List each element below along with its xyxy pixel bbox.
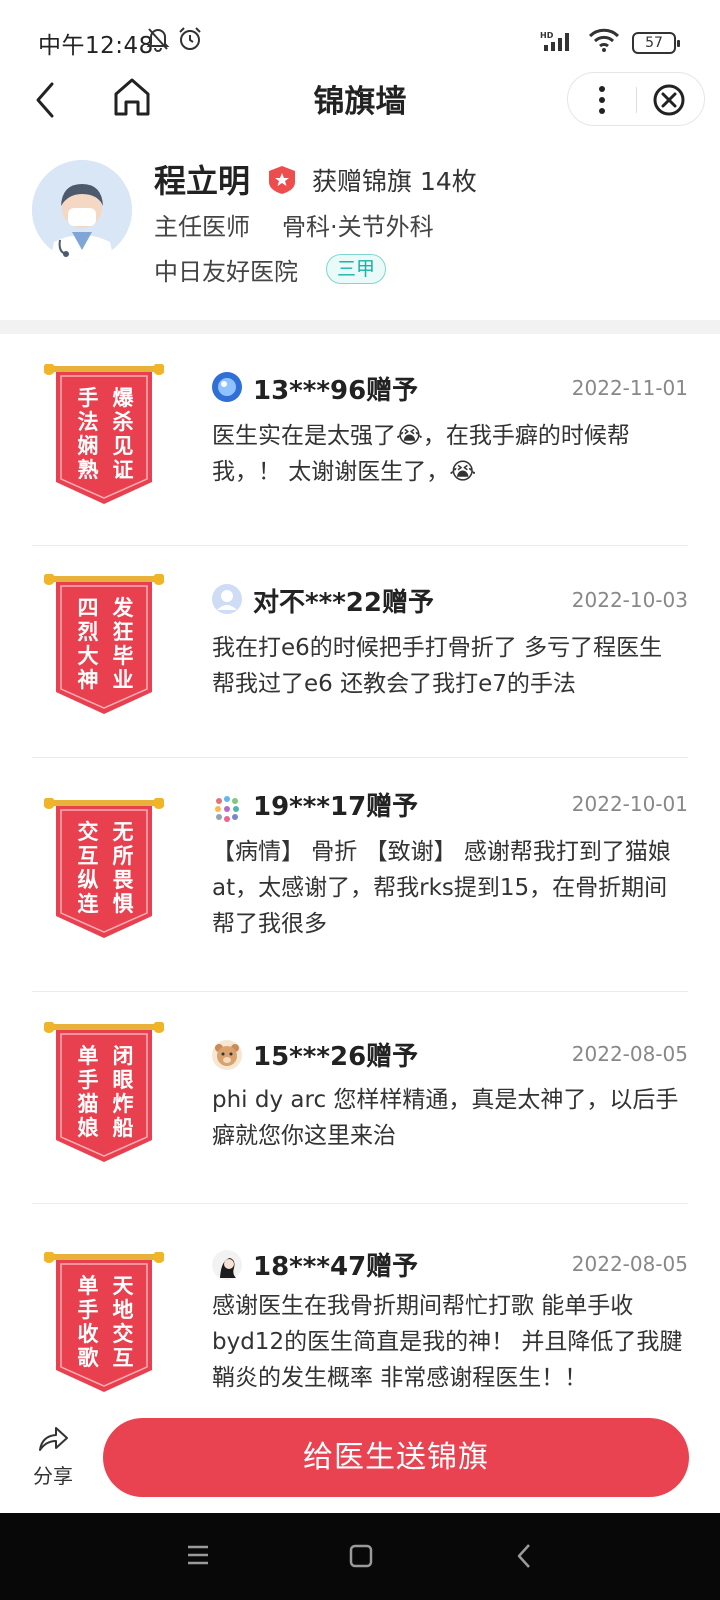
capsule-divider [636,87,637,113]
giver-name: 对不***22赠予 [253,588,434,618]
doctor-hospital: 中日友好医院 [154,258,298,286]
banner-text-right: 无所畏惧 [112,820,134,916]
giver-avatar [212,1040,242,1070]
flag-banner: 闭眼炸船 单手猫娘 [44,1022,164,1172]
share-label: 分享 [33,1464,73,1488]
status-bar: 中午12:48 HD 57 [0,0,720,70]
svg-text:HD: HD [540,31,554,40]
flag-count: 获赠锦旗 14枚 [312,167,477,196]
system-navigation-bar [0,1513,720,1600]
wifi-icon [588,28,620,56]
flag-date: 2022-08-05 [571,1252,688,1276]
flag-date: 2022-08-05 [571,1042,688,1066]
banner-text-right: 天地交互 [112,1274,134,1370]
giver-avatar [212,1250,242,1280]
giver-name: 15***26赠予 [253,1042,419,1072]
flag-message: 我在打e6的时候把手打骨折了 多亏了程医生 帮我过了e6 还教会了我打e7的手法 [212,635,663,697]
flag-item: 天地交互 单手收歌 18***47赠予 2022-08-05 感谢医生在我骨折期… [0,1204,720,1414]
doctor-avatar [32,160,132,260]
giver-avatar [212,372,242,402]
banner-text-right: 闭眼炸船 [112,1044,134,1140]
signal-icon: HD [540,30,574,56]
banner-text-right: 发狂毕业 [112,596,134,692]
banner-text-left: 四烈大神 [77,596,99,692]
banner-text-left: 交互纵连 [77,820,99,916]
flag-date: 2022-11-01 [571,376,688,400]
section-divider [0,320,720,334]
flag-date: 2022-10-01 [571,792,688,816]
mute-bell-icon [146,26,170,56]
flag-message: 医生实在是太强了😭，在我手癖的时候帮我，！ 太谢谢医生了，😭 [212,423,630,485]
bottom-action-bar: 分享 给医生送锦旗 [0,1398,720,1513]
send-flag-button[interactable]: 给医生送锦旗 [103,1418,689,1497]
flag-message: phi dy arc 您样样精通，真是太神了，以后手癖就您你这里来治 [212,1087,679,1149]
doctor-card: 程立明 获赠锦旗 14枚 主任医师 骨科·关节外科 中日友好医院 三甲 [0,150,720,320]
giver-name: 13***96赠予 [253,376,419,406]
flag-banner: 爆杀见证 手法娴熟 [44,364,164,514]
doctor-department: 骨科·关节外科 [282,213,434,241]
flag-banner: 天地交互 单手收歌 [44,1252,164,1402]
giver-name: 18***47赠予 [253,1252,419,1282]
flag-item: 闭眼炸船 单手猫娘 15***26赠予 2022-08-05 phi dy ar… [0,992,720,1204]
banner-text-left: 手法娴熟 [77,386,99,482]
giver-avatar [212,794,242,824]
more-icon[interactable] [590,83,614,121]
alarm-icon [177,26,203,56]
banner-text-left: 单手猫娘 [77,1044,99,1140]
flag-message: 【病情】 骨折 【致谢】 感谢帮我打到了猫娘at，太感谢了，帮我rks提到15，… [212,839,671,937]
flag-date: 2022-10-03 [571,588,688,612]
giver-avatar [212,584,242,614]
nav-bar: 锦旗墙 [0,70,720,130]
share-button[interactable]: 分享 [28,1424,78,1489]
doctor-name: 程立明 [154,162,251,200]
flag-list: 爆杀见证 手法娴熟 13***96赠予 2022-11-01 医生实在是太强了😭… [0,334,720,1414]
menu-icon[interactable] [186,1544,210,1570]
flag-message: 感谢医生在我骨折期间帮忙打歌 能单手收byd12的医生简直是我的神！ 并且降低了… [212,1293,683,1391]
flag-item: 爆杀见证 手法娴熟 13***96赠予 2022-11-01 医生实在是太强了😭… [0,334,720,546]
flag-banner: 发狂毕业 四烈大神 [44,574,164,724]
status-time: 中午12:48 [38,33,154,59]
close-icon[interactable] [652,83,686,121]
flag-item: 无所畏惧 交互纵连 19***17赠予 2022-10-01 【病情】 骨折 【… [0,758,720,992]
hospital-level-badge: 三甲 [326,254,387,284]
system-back-icon[interactable] [516,1543,532,1573]
share-icon [36,1427,70,1458]
flag-badge-icon [268,165,296,195]
flag-item: 发狂毕业 四烈大神 对不***22赠予 2022-10-03 我在打e6的时候把… [0,546,720,758]
banner-text-left: 单手收歌 [77,1274,99,1370]
mini-program-capsule [567,72,705,126]
banner-text-right: 爆杀见证 [112,386,134,482]
battery-indicator: 57 [632,32,680,54]
flag-banner: 无所畏惧 交互纵连 [44,798,164,948]
doctor-title: 主任医师 [154,213,250,241]
home-square-icon[interactable] [349,1544,373,1572]
giver-name: 19***17赠予 [253,792,419,822]
